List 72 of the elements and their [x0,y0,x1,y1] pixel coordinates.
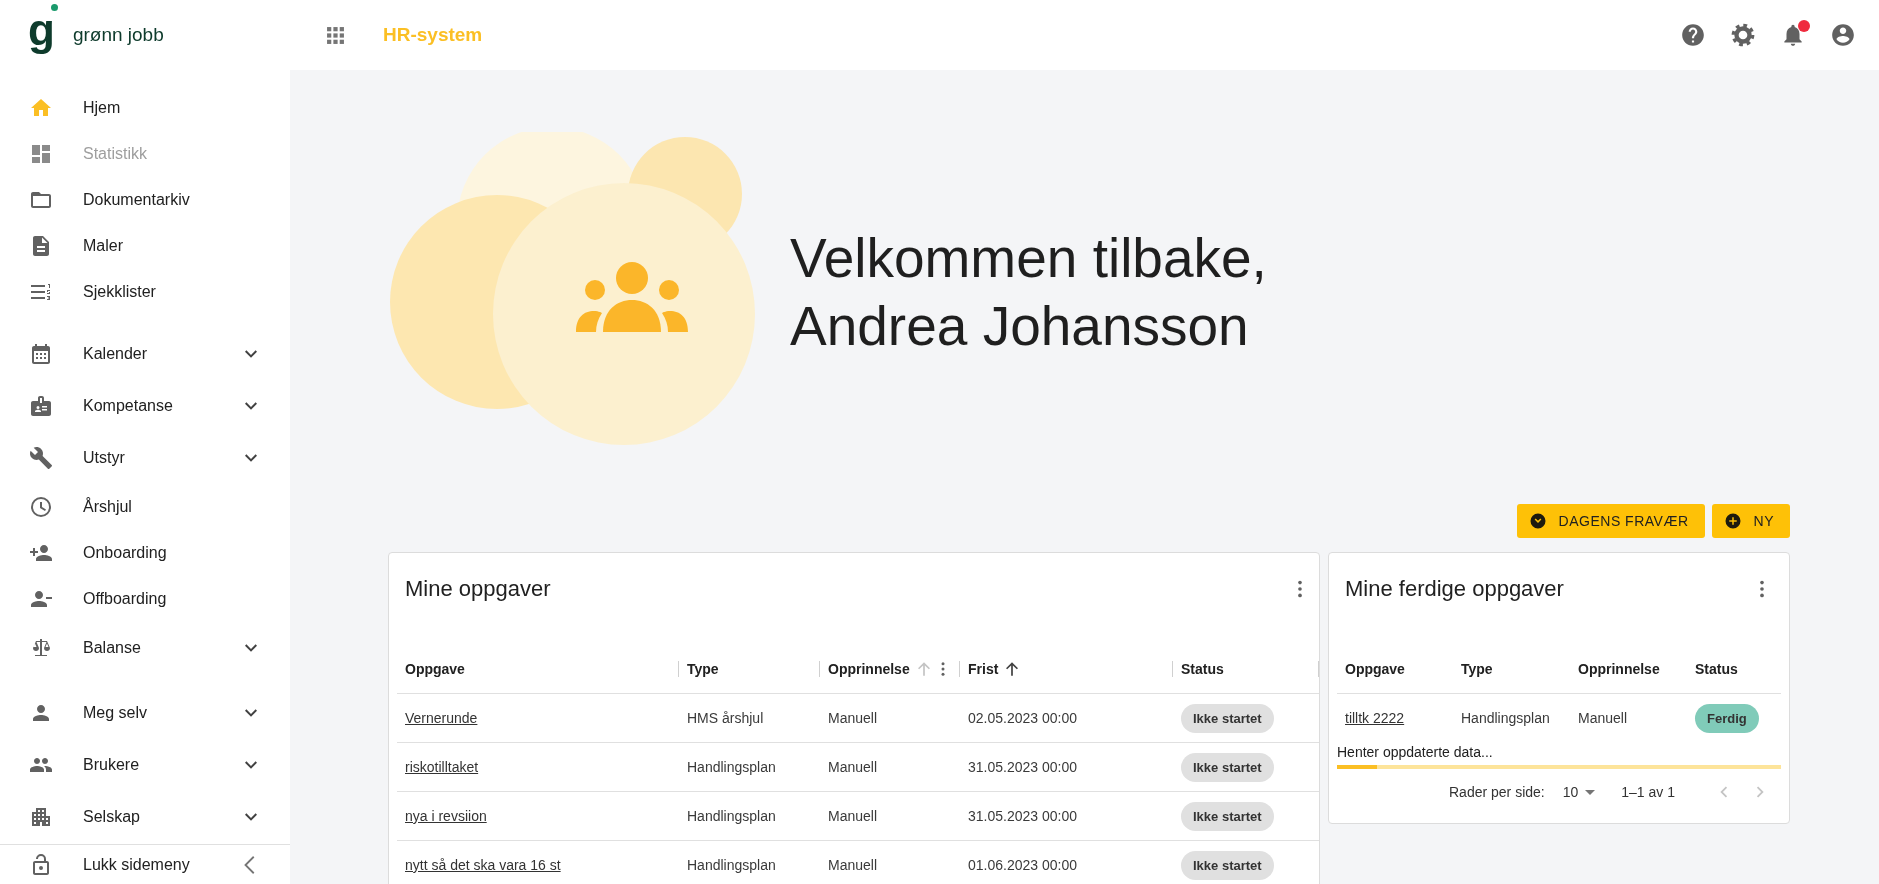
logo-name: grønn jobb [72,24,164,46]
table-cell: 31.05.2023 00:00 [968,759,1077,775]
column-header: Oppgave [1345,661,1405,677]
sidebar-item[interactable]: Meg selv [0,687,290,739]
column-header: Status [1695,661,1738,677]
close-sidebar-button[interactable]: Lukk sidemeny [0,844,290,884]
status-chip: Ikke startet [1181,752,1274,782]
status-chip: Ikke startet [1181,703,1274,733]
table-cell: Handlingsplan [687,808,776,824]
sort-arrow-icon[interactable] [1006,662,1019,676]
settings-icon[interactable] [1730,22,1756,48]
action-button[interactable]: DAGENS FRAVÆR [1516,504,1705,538]
help-icon[interactable] [1680,22,1706,48]
table-cell: Manuell [1578,710,1628,726]
task-link[interactable]: riskotilltaket [405,759,479,775]
sidebar-item[interactable]: Utstyr [0,432,290,484]
sidebar-item[interactable]: Brukere [0,739,290,791]
tools-icon [29,446,53,470]
id-badge-icon [29,394,53,418]
column-header[interactable]: Oppgave [405,661,465,677]
status-chip: Ikke startet [1181,801,1274,831]
table-cell: 31.05.2023 00:00 [968,808,1077,824]
page-range: 1–1 av 1 [1621,784,1675,800]
table-cell: Manuell [828,759,878,775]
table-cell: 01.06.2023 00:00 [968,857,1077,873]
chevron-down-icon [1528,512,1547,530]
card-title: Mine oppgaver [405,576,552,602]
status-chip: Ikke startet [1181,850,1274,880]
task-link[interactable]: Vernerunde [405,710,478,726]
building-icon [29,805,53,829]
clock-icon [29,495,53,519]
table-cell: Handlingsplan [687,759,776,775]
card-title: Mine ferdige oppgaver [1345,576,1565,602]
welcome-heading: Velkommen tilbake, Andrea Johansson [790,226,1267,359]
column-header: Opprinnelse [1578,661,1660,677]
column-header[interactable]: Status [1181,661,1224,677]
sidebar-item[interactable]: Balanse [0,622,290,674]
sidebar-item[interactable]: Årshjul [0,484,290,530]
sidebar-item[interactable]: Onboarding [0,530,290,576]
sidebar-item[interactable]: Sjekklister [0,269,290,315]
task-link[interactable]: nya i revsiion [405,808,487,824]
column-header: Type [1461,661,1493,677]
dashboard-icon [29,142,53,166]
action-button[interactable]: NY [1711,504,1790,538]
sidebar-item[interactable]: Dokumentarkiv [0,177,290,223]
calendar-icon [29,342,53,366]
table-cell: Manuell [828,710,878,726]
task-link[interactable]: tilltk 2222 [1345,710,1405,726]
sidebar-item[interactable]: Kalender [0,328,290,380]
table-cell: Manuell [828,857,878,873]
column-header[interactable]: Frist [968,661,999,677]
account-icon[interactable] [1830,22,1856,48]
table-cell: Handlingsplan [1461,710,1550,726]
loading-text: Henter oppdaterte data... [1337,744,1494,760]
apps-grid-icon[interactable] [326,25,345,45]
sidebar-item[interactable]: Maler [0,223,290,269]
add-icon [1723,512,1742,530]
sidebar-item[interactable]: Selskap [0,791,290,843]
table-cell: HMS årshjul [687,710,764,726]
column-header[interactable]: Opprinnelse [828,661,910,677]
rows-per-page-label: Rader per side: [1449,784,1545,800]
task-link[interactable]: nytt så det ska vara 16 st [405,857,561,873]
table-cell: Manuell [828,808,878,824]
sidebar-item[interactable]: Offboarding [0,576,290,622]
table-cell: Handlingsplan [687,857,776,873]
table-cell: 02.05.2023 00:00 [968,710,1077,726]
status-chip: Ferdig [1695,703,1759,733]
rows-per-page-select[interactable]: 10 [1562,784,1596,800]
dropdown-arrow-icon [1585,789,1596,795]
column-header[interactable]: Type [687,661,719,677]
sidebar-item[interactable]: Kompetanse [0,380,290,432]
app-title: HR-system [383,24,483,46]
